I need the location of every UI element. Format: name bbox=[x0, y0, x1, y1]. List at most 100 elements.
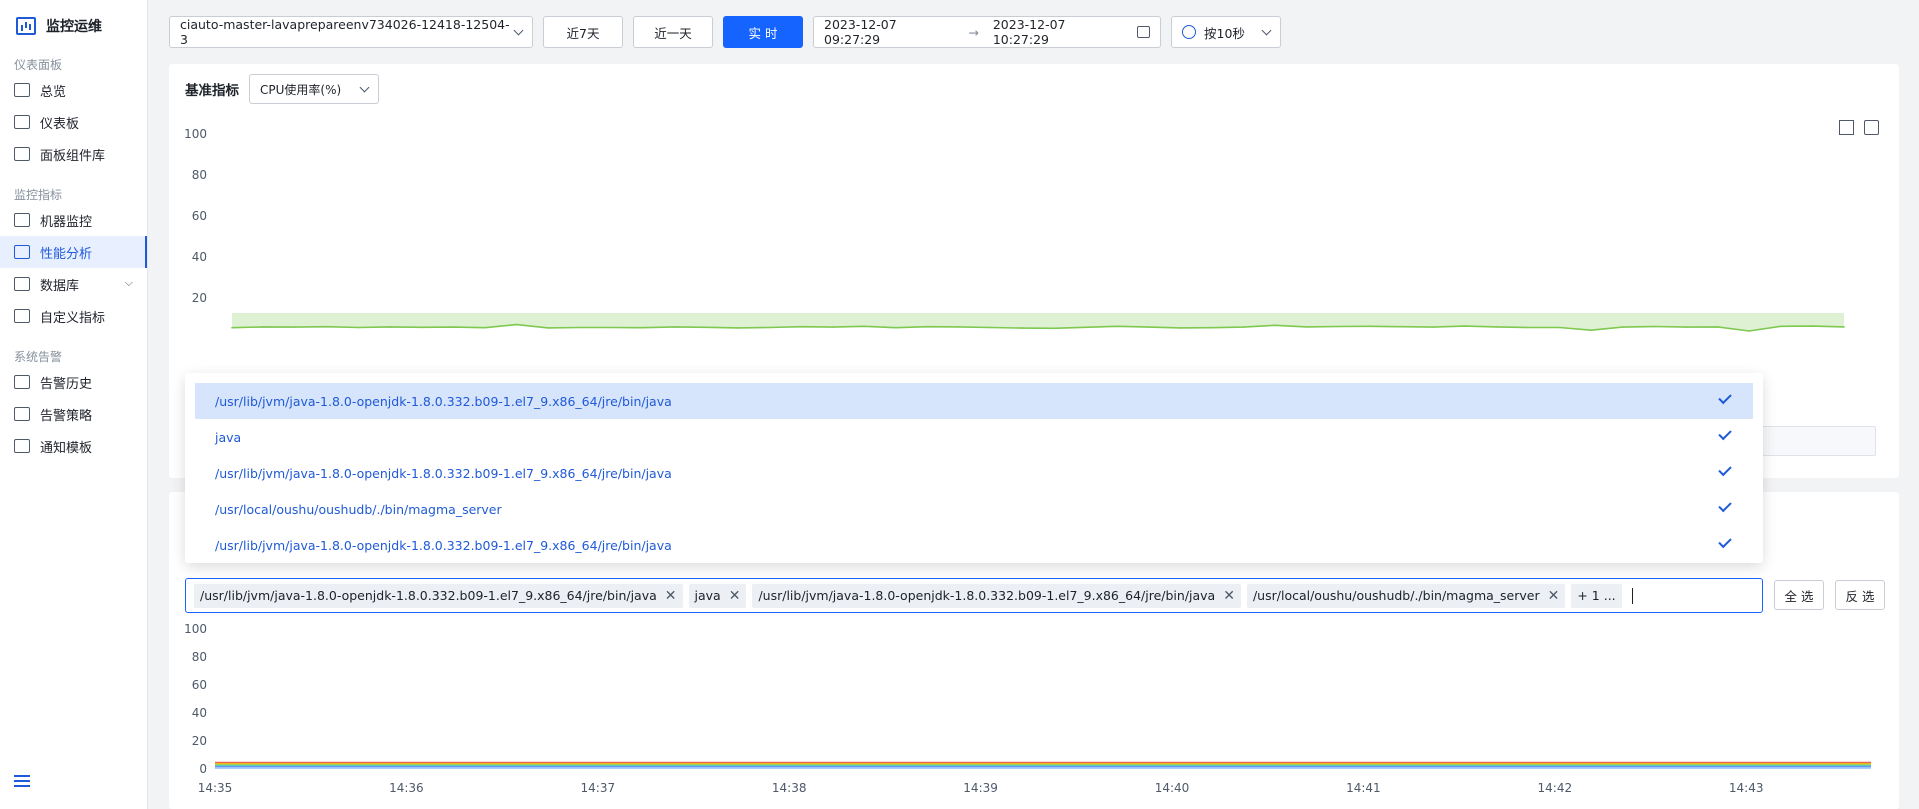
close-icon[interactable]: ✕ bbox=[729, 588, 741, 604]
data-point bbox=[1432, 326, 1434, 328]
data-point bbox=[926, 325, 929, 328]
last-1-day-button[interactable]: 近一天 bbox=[633, 16, 713, 48]
data-point bbox=[547, 327, 549, 329]
check-icon bbox=[1718, 390, 1732, 405]
data-point bbox=[1021, 327, 1023, 329]
process-dropdown: /usr/lib/jvm/java-1.8.0-openjdk-1.8.0.33… bbox=[185, 373, 1763, 563]
data-point bbox=[1179, 327, 1181, 329]
check-icon bbox=[1718, 498, 1732, 513]
y-tick-label: 40 bbox=[192, 706, 207, 720]
close-icon[interactable]: ✕ bbox=[1548, 588, 1560, 604]
y-tick-label: 60 bbox=[192, 678, 207, 692]
chevron-down-icon: ⌵ bbox=[124, 276, 133, 289]
last-7-days-button[interactable]: 近7天 bbox=[543, 16, 623, 48]
dropdown-option[interactable]: /usr/lib/jvm/java-1.8.0-openjdk-1.8.0.33… bbox=[195, 455, 1753, 491]
x-tick-label: 14:37 bbox=[581, 781, 616, 795]
home-icon bbox=[14, 83, 30, 97]
data-point bbox=[705, 326, 707, 329]
instance-select-value: ciauto-master-lavaprepareenv734026-12418… bbox=[180, 17, 510, 47]
data-point bbox=[1843, 326, 1845, 328]
dropdown-option[interactable]: /usr/lib/jvm/java-1.8.0-openjdk-1.8.0.33… bbox=[195, 383, 1753, 419]
check-icon bbox=[1718, 534, 1732, 549]
x-tick-label: 14:39 bbox=[963, 781, 998, 795]
tag-label: /usr/lib/jvm/java-1.8.0-openjdk-1.8.0.33… bbox=[200, 588, 657, 603]
sidebar: 监控运维 仪表面板 总览 仪表板 面板组件库 监控指标 机器监控 性能分析 数据… bbox=[0, 0, 148, 809]
data-point bbox=[1811, 325, 1814, 327]
data-point bbox=[326, 325, 328, 328]
sidebar-item-database[interactable]: 数据库 ⌵ bbox=[0, 268, 147, 300]
chevron-down-icon bbox=[513, 25, 524, 35]
y-tick-label: 60 bbox=[192, 209, 207, 223]
data-point bbox=[231, 326, 233, 329]
data-point bbox=[1274, 324, 1276, 327]
data-point bbox=[262, 326, 265, 328]
sidebar-item-alert-history[interactable]: 告警历史 bbox=[0, 366, 147, 398]
calendar-icon bbox=[1137, 26, 1150, 38]
interval-select[interactable]: 按10秒 bbox=[1171, 16, 1281, 48]
y-tick-label: 20 bbox=[192, 734, 207, 748]
select-all-button[interactable]: 全 选 bbox=[1774, 580, 1824, 610]
data-point bbox=[1653, 325, 1656, 328]
data-point bbox=[1780, 325, 1782, 328]
sidebar-item-widget-library[interactable]: 面板组件库 bbox=[0, 138, 147, 170]
sidebar-item-dashboard[interactable]: 仪表板 bbox=[0, 106, 147, 138]
app-brand[interactable]: 监控运维 bbox=[0, 0, 147, 52]
realtime-button[interactable]: 实 时 bbox=[723, 16, 803, 48]
x-tick-label: 14:36 bbox=[389, 781, 424, 795]
dropdown-option[interactable]: java bbox=[195, 419, 1753, 455]
x-tick-label: 14:41 bbox=[1346, 781, 1381, 795]
time-range-picker[interactable]: 2023-12-07 09:27:29 → 2023-12-07 10:27:2… bbox=[813, 16, 1161, 48]
sidebar-item-performance[interactable]: 性能分析 bbox=[0, 236, 147, 268]
invert-selection-button[interactable]: 反 选 bbox=[1835, 580, 1885, 610]
widget-library-icon bbox=[14, 147, 30, 161]
sidebar-item-machine-monitor[interactable]: 机器监控 bbox=[0, 204, 147, 236]
sidebar-item-alert-policy[interactable]: 告警策略 bbox=[0, 398, 147, 430]
x-tick-label: 14:35 bbox=[198, 781, 233, 795]
sidebar-item-notify-template[interactable]: 通知模板 bbox=[0, 430, 147, 462]
sidebar-item-label: 告警策略 bbox=[40, 408, 93, 424]
tag-label: /usr/lib/jvm/java-1.8.0-openjdk-1.8.0.33… bbox=[758, 588, 1216, 603]
group-title-dashboards: 仪表面板 bbox=[14, 58, 63, 72]
interval-value: 按10秒 bbox=[1204, 25, 1245, 41]
sidebar-item-label: 通知模板 bbox=[40, 440, 93, 456]
sidebar-item-custom-metric[interactable]: 自定义指标 bbox=[0, 300, 147, 332]
data-point bbox=[357, 326, 360, 329]
x-tick-label: 14:40 bbox=[1155, 781, 1190, 795]
process-multiselect[interactable]: /usr/lib/jvm/java-1.8.0-openjdk-1.8.0.33… bbox=[185, 578, 1763, 613]
close-icon[interactable]: ✕ bbox=[1223, 588, 1235, 604]
data-point bbox=[863, 325, 865, 328]
alert-policy-icon bbox=[14, 407, 30, 421]
data-point bbox=[1116, 325, 1118, 328]
data-point bbox=[736, 327, 739, 329]
data-point bbox=[484, 326, 486, 329]
data-point bbox=[1242, 326, 1245, 328]
data-point bbox=[800, 325, 802, 328]
instance-select[interactable]: ciauto-master-lavaprepareenv734026-12418… bbox=[169, 16, 533, 48]
dropdown-option[interactable]: /usr/local/oushu/oushudb/./bin/magma_ser… bbox=[195, 491, 1753, 527]
check-icon bbox=[1718, 462, 1732, 477]
close-icon[interactable]: ✕ bbox=[665, 588, 677, 604]
data-point bbox=[452, 326, 455, 328]
collapse-menu-icon[interactable] bbox=[14, 775, 30, 789]
y-tick-label: 40 bbox=[192, 250, 207, 264]
y-tick-label: 0 bbox=[199, 762, 207, 776]
more-tags-badge[interactable]: + 1 ... bbox=[1571, 583, 1622, 608]
option-label: /usr/local/oushu/oushudb/./bin/magma_ser… bbox=[215, 501, 502, 517]
x-tick-label: 14:42 bbox=[1538, 781, 1573, 795]
y-tick-label: 80 bbox=[192, 168, 207, 182]
sidebar-item-label: 仪表板 bbox=[40, 116, 80, 132]
dropdown-option[interactable]: /usr/lib/jvm/java-1.8.0-openjdk-1.8.0.33… bbox=[195, 527, 1753, 563]
performance-icon bbox=[14, 245, 30, 259]
chart-overview-slider[interactable] bbox=[1762, 426, 1876, 456]
y-tick-label: 80 bbox=[192, 650, 207, 664]
sidebar-item-overview[interactable]: 总览 bbox=[0, 74, 147, 106]
data-point bbox=[895, 326, 897, 329]
data-point bbox=[1495, 326, 1498, 328]
option-label: java bbox=[215, 429, 242, 445]
data-point bbox=[578, 326, 581, 329]
app-title: 监控运维 bbox=[46, 19, 102, 35]
data-point bbox=[1211, 326, 1213, 329]
data-point bbox=[1147, 326, 1150, 328]
sidebar-item-label: 自定义指标 bbox=[40, 310, 106, 326]
y-tick-label: 100 bbox=[184, 622, 207, 636]
